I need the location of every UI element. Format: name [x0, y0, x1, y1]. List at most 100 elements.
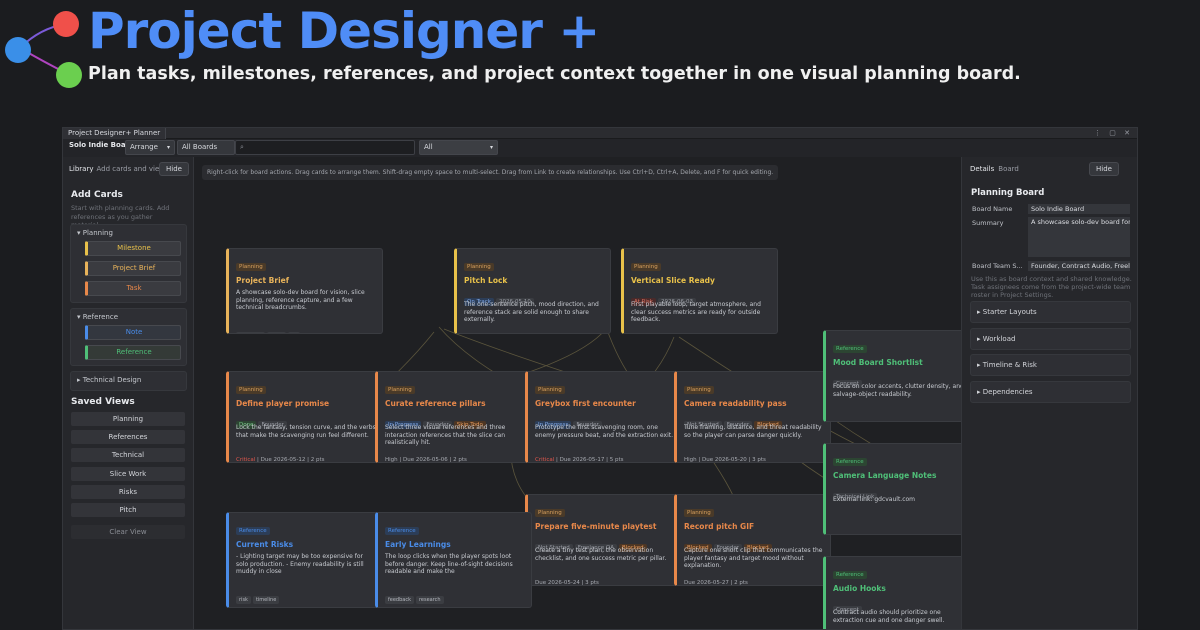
card-tags: artresearch	[833, 416, 961, 421]
board-card-pitch-lock[interactable]: Planning Pitch Lock On Track 2026-05-10 The …	[454, 248, 611, 334]
add-note-card[interactable]: Note	[85, 325, 181, 340]
board-card-player-promise[interactable]: Planning Define player promise Done Founder…	[226, 371, 383, 463]
board-card-playtest[interactable]: Planning Prepare five-minute playtest Not …	[525, 494, 682, 586]
card-tag[interactable]: overview	[236, 332, 265, 333]
library-hide-button[interactable]: Hide	[159, 162, 189, 176]
card-title: Current Risks	[236, 540, 294, 549]
expander-timeline-risk[interactable]: ▸ Timeline & Risk	[970, 354, 1131, 376]
clear-view-button[interactable]: Clear View	[71, 525, 185, 539]
board-card-current-risks[interactable]: Reference Current Risks - Lighting target …	[226, 512, 383, 608]
arrange-dropdown[interactable]: Arrange ▾	[125, 140, 175, 155]
card-tag[interactable]: feedback	[385, 596, 414, 604]
search-input[interactable]: ⌕	[235, 140, 415, 155]
card-description: The one-sentence pitch, mood direction, …	[464, 301, 599, 323]
card-status-row: Blocked Founder Blocked	[684, 534, 824, 552]
board-card-camera-pass[interactable]: Planning Camera readability pass Not Start…	[674, 371, 831, 463]
expander-workload[interactable]: ▸ Workload	[970, 328, 1131, 350]
card-meta: Critical | Due 2026-05-12 | 2 pts	[236, 457, 376, 463]
saved-view-references[interactable]: References	[71, 430, 185, 444]
card-tags: risk timeline	[236, 586, 376, 605]
planning-group-toggle[interactable]: ▾ Planning	[77, 229, 113, 237]
saved-view-slice-work[interactable]: Slice Work	[71, 467, 185, 481]
expander-starter-layouts[interactable]: ▸ Starter Layouts	[970, 301, 1131, 323]
technical-design-group[interactable]: ▸ Technical Design	[70, 371, 187, 391]
card-title: Project Brief	[236, 276, 289, 285]
app-logo	[5, 11, 82, 88]
reference-group-toggle[interactable]: ▾ Reference	[77, 313, 118, 321]
board-card-vertical-slice[interactable]: Planning Vertical Slice Ready At Risk 2026-…	[621, 248, 778, 334]
card-description: - Lighting target may be too expensive f…	[236, 553, 364, 575]
card-meta: High | Due 2026-05-06 | 2 pts	[385, 457, 525, 462]
add-reference-card[interactable]: Reference	[85, 345, 181, 360]
add-cards-title: Add Cards	[71, 190, 123, 200]
summary-label: Summary	[972, 219, 1004, 227]
card-meta: Critical | Due 2026-05-17 | 5 pts	[535, 457, 675, 462]
card-status-row: On Track 2026-05-10	[464, 288, 604, 306]
card-type-badge: Planning	[236, 386, 266, 394]
card-title: Define player promise	[236, 399, 330, 408]
board-card-mood-board[interactable]: Reference Mood Board Shortlist Concept Focu…	[823, 330, 961, 422]
tab-board[interactable]: Board	[998, 165, 1019, 173]
card-tag[interactable]: timeline	[252, 596, 280, 604]
window-tab[interactable]: Project Designer+ Planner	[63, 128, 167, 139]
filter-dropdown[interactable]: All ▾	[419, 140, 498, 155]
board-name-field[interactable]: Solo Indie Board	[1028, 204, 1130, 214]
saved-view-planning[interactable]: Planning	[71, 412, 185, 426]
card-type-badge: Reference	[236, 527, 270, 535]
window-controls-icon[interactable]: ⋮ ▢ ✕	[1094, 128, 1133, 139]
card-description: First playable loop, target atmosphere, …	[631, 301, 761, 323]
tab-details[interactable]: Details	[970, 165, 994, 173]
board-card-pitch-gif[interactable]: Planning Record pitch GIF Blocked Founder Bl…	[674, 494, 831, 586]
card-type-badge: Reference	[833, 571, 867, 579]
add-task-card[interactable]: Task	[85, 281, 181, 296]
card-meta: High | Due 2026-05-20 | 3 pts	[684, 457, 824, 462]
board-card-camera-notes[interactable]: Reference Camera Language Notes Technical …	[823, 443, 961, 535]
board-card-greybox[interactable]: Planning Greybox first encounter In Progre…	[525, 371, 682, 463]
saved-view-pitch[interactable]: Pitch	[71, 503, 185, 517]
card-type-badge: Planning	[535, 386, 565, 394]
due-info: | Due 2026-05-12 | 2 pts	[255, 457, 325, 463]
board-card-audio-hooks[interactable]: Reference Audio Hooks Concept Contract audi…	[823, 556, 961, 629]
card-type-badge: Planning	[684, 386, 714, 394]
card-type-badge: Planning	[464, 263, 494, 271]
card-status-row: Not Started Founder Blocked	[684, 411, 824, 429]
filter-value: All	[424, 143, 433, 151]
board-card-project-brief[interactable]: Planning Project Brief A showcase solo-dev…	[226, 248, 383, 334]
expander-dependencies[interactable]: ▸ Dependencies	[970, 381, 1131, 403]
card-tag[interactable]: risk	[236, 596, 251, 604]
card-tag[interactable]: v1	[287, 332, 300, 333]
board-card-curate-pillars[interactable]: Planning Curate reference pillars In Progr…	[375, 371, 532, 463]
expander-label: Workload	[982, 335, 1016, 343]
board-team-label: Board Team S...	[972, 262, 1023, 270]
reference-group-label: Reference	[82, 313, 118, 321]
summary-field[interactable]: A showcase solo-dev board for v	[1028, 217, 1130, 257]
library-title: Library	[69, 165, 94, 173]
chevron-down-icon: ▾	[166, 144, 170, 151]
priority-label: Critical	[236, 457, 256, 463]
card-status-row: Technical Link	[833, 483, 961, 501]
board-canvas[interactable]: Right-click for board actions. Drag card…	[194, 157, 961, 629]
saved-view-risks[interactable]: Risks	[71, 485, 185, 499]
planning-group-label: Planning	[82, 229, 113, 237]
board-team-field[interactable]: Founder, Contract Audio, Freelan	[1028, 261, 1130, 271]
card-status-row: Not Started Freelance QA Blocked	[535, 534, 675, 552]
chevron-down-icon: ▾	[489, 144, 493, 151]
card-tag[interactable]: team	[266, 332, 286, 333]
library-header: Library Add cards and views	[69, 165, 169, 173]
details-hide-button[interactable]: Hide	[1089, 162, 1119, 176]
card-title: Audio Hooks	[833, 584, 886, 593]
due-info: Due 2026-05-24 | 3 pts	[535, 580, 599, 586]
add-project-brief-card[interactable]: Project Brief	[85, 261, 181, 276]
board-card-early-learnings[interactable]: Reference Early Learnings The loop clicks …	[375, 512, 532, 608]
card-title: Mood Board Shortlist	[833, 358, 923, 367]
card-description: Select three visual references and three…	[385, 424, 506, 446]
card-status-row: Concept	[833, 370, 961, 388]
boards-dropdown[interactable]: All Boards	[177, 140, 235, 155]
planning-group: ▾ Planning Milestone Project Brief Task	[70, 224, 187, 303]
hero-title: Project Designer +	[88, 2, 600, 60]
add-milestone-card[interactable]: Milestone	[85, 241, 181, 256]
expander-label: Starter Layouts	[982, 308, 1037, 316]
card-tag[interactable]: research	[415, 596, 444, 604]
technical-group-toggle[interactable]: ▸ Technical Design	[77, 376, 141, 384]
saved-view-technical[interactable]: Technical	[71, 448, 185, 462]
